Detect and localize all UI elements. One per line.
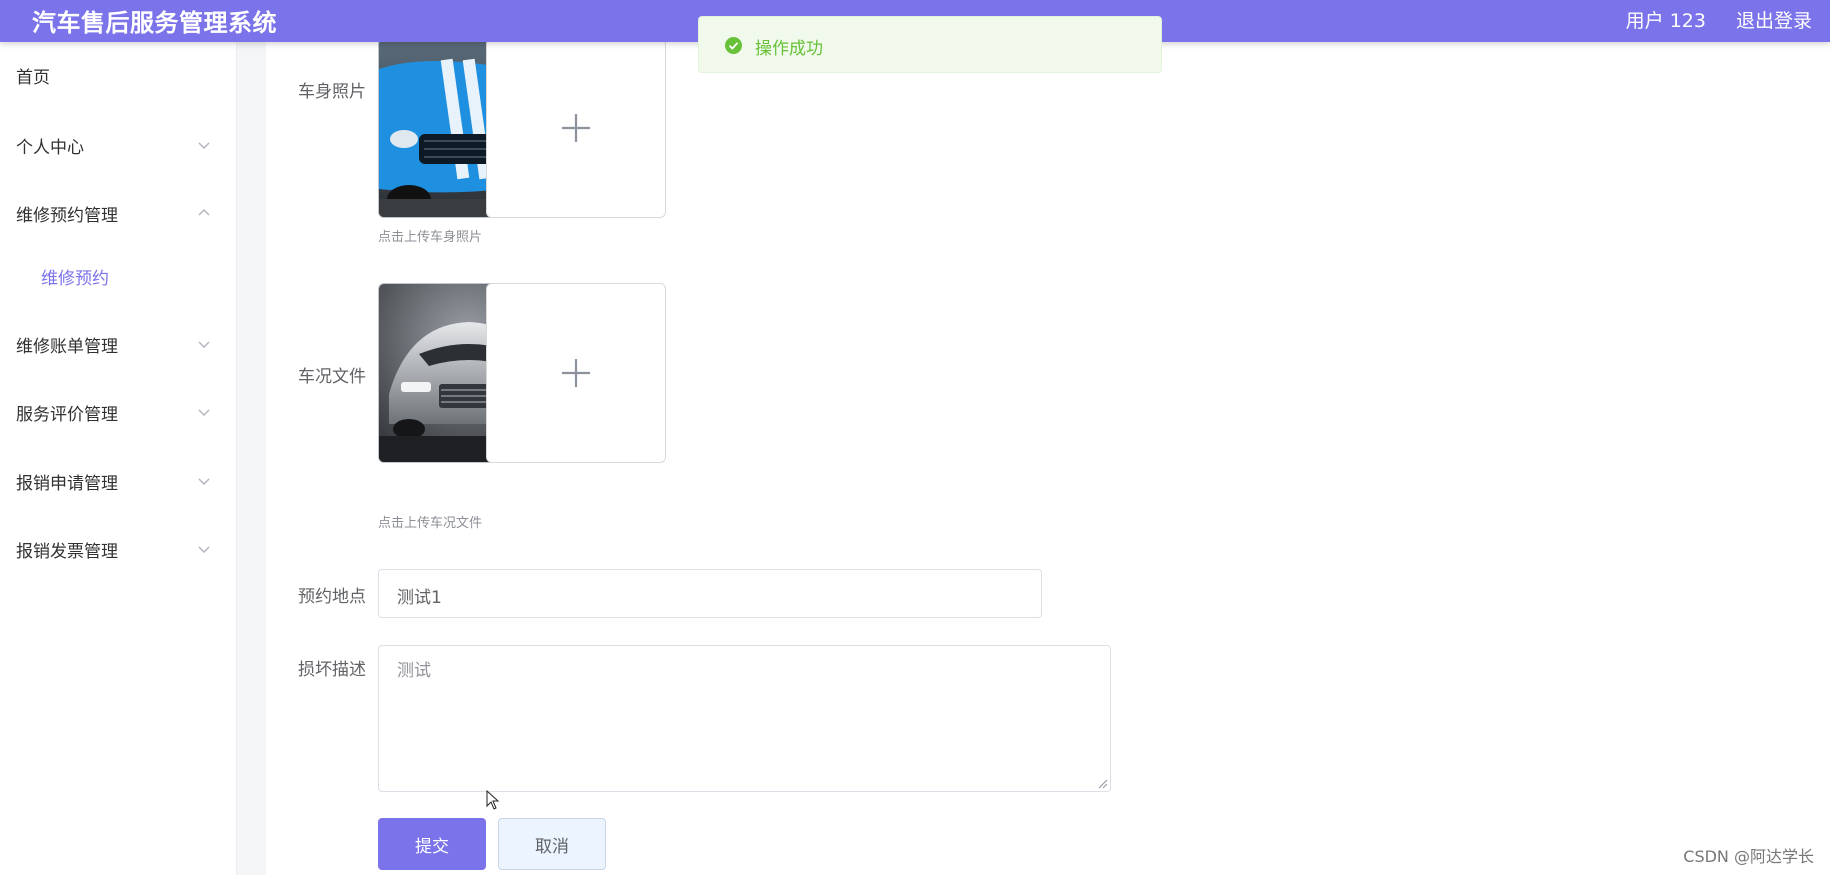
condition-file-label: 车况文件	[298, 367, 366, 387]
sidebar-item-label: 报销发票管理	[16, 541, 118, 562]
condition-file-uploader[interactable]	[486, 283, 666, 463]
submit-button[interactable]: 提交	[378, 818, 486, 870]
plus-icon	[562, 359, 590, 387]
mouse-cursor-icon	[486, 790, 500, 810]
damage-label: 损坏描述	[298, 660, 366, 680]
chevron-down-icon	[198, 142, 210, 149]
check-circle-icon	[725, 37, 742, 54]
damage-textarea[interactable]: 测试	[378, 645, 1111, 792]
plus-icon	[562, 114, 590, 142]
body-photo-uploader[interactable]	[486, 38, 666, 218]
header-actions: 用户 123 退出登录	[1626, 6, 1812, 33]
toast-message: 操作成功	[755, 39, 823, 59]
body-photo-hint: 点击上传车身照片	[378, 230, 483, 245]
watermark: CSDN @阿达学长	[1683, 843, 1814, 867]
sidebar-item-label: 首页	[16, 67, 50, 88]
sidebar-item-personal-center[interactable]: 个人中心	[0, 125, 236, 165]
logout-link[interactable]: 退出登录	[1736, 6, 1812, 33]
location-label: 预约地点	[298, 587, 366, 607]
sidebar-item-label: 报销申请管理	[16, 473, 118, 494]
damage-textarea-value: 测试	[397, 661, 431, 681]
sidebar-item-label: 维修预约	[41, 268, 109, 289]
chevron-down-icon	[198, 546, 210, 553]
chevron-down-icon	[198, 341, 210, 348]
sidebar-item-home[interactable]: 首页	[0, 55, 236, 95]
user-label[interactable]: 用户 123	[1626, 6, 1706, 33]
sidebar-item-label: 维修账单管理	[16, 336, 118, 357]
form-content: 车身照片 点击上传车身照片 车况文件 点击上传车况文件 预约地点 测试1 损坏描…	[266, 38, 1830, 875]
body-photo-label: 车身照片	[298, 82, 366, 102]
location-input-value: 测试1	[397, 588, 442, 608]
location-input[interactable]: 测试1	[378, 569, 1042, 618]
chevron-down-icon	[198, 409, 210, 416]
sidebar-item-label: 服务评价管理	[16, 404, 118, 425]
condition-file-hint: 点击上传车况文件	[378, 516, 483, 531]
chevron-down-icon	[198, 478, 210, 485]
sidebar-item-repair-appointment-management[interactable]: 维修预约管理	[0, 193, 236, 233]
sidebar-item-label: 维修预约管理	[16, 205, 118, 226]
success-toast: 操作成功	[698, 16, 1162, 73]
sidebar-item-repair-appointment[interactable]: 维修预约	[0, 256, 236, 296]
app-title: 汽车售后服务管理系统	[32, 9, 277, 37]
resize-grip-icon[interactable]	[1096, 777, 1108, 789]
sidebar-item-service-review-management[interactable]: 服务评价管理	[0, 392, 236, 432]
sidebar-item-reimbursement-application-management[interactable]: 报销申请管理	[0, 461, 236, 501]
sidebar-item-repair-bill-management[interactable]: 维修账单管理	[0, 324, 236, 364]
page: 汽车售后服务管理系统 用户 123 退出登录 首页 个人中心 维修预约管理 维修…	[0, 0, 1830, 875]
sidebar-item-reimbursement-invoice-management[interactable]: 报销发票管理	[0, 529, 236, 569]
sidebar-item-label: 个人中心	[16, 137, 84, 158]
sidebar: 首页 个人中心 维修预约管理 维修预约 维修账单管理 服务评价管理 报销申请管理…	[0, 42, 237, 875]
chevron-up-icon	[198, 209, 210, 216]
cancel-button[interactable]: 取消	[498, 818, 606, 870]
